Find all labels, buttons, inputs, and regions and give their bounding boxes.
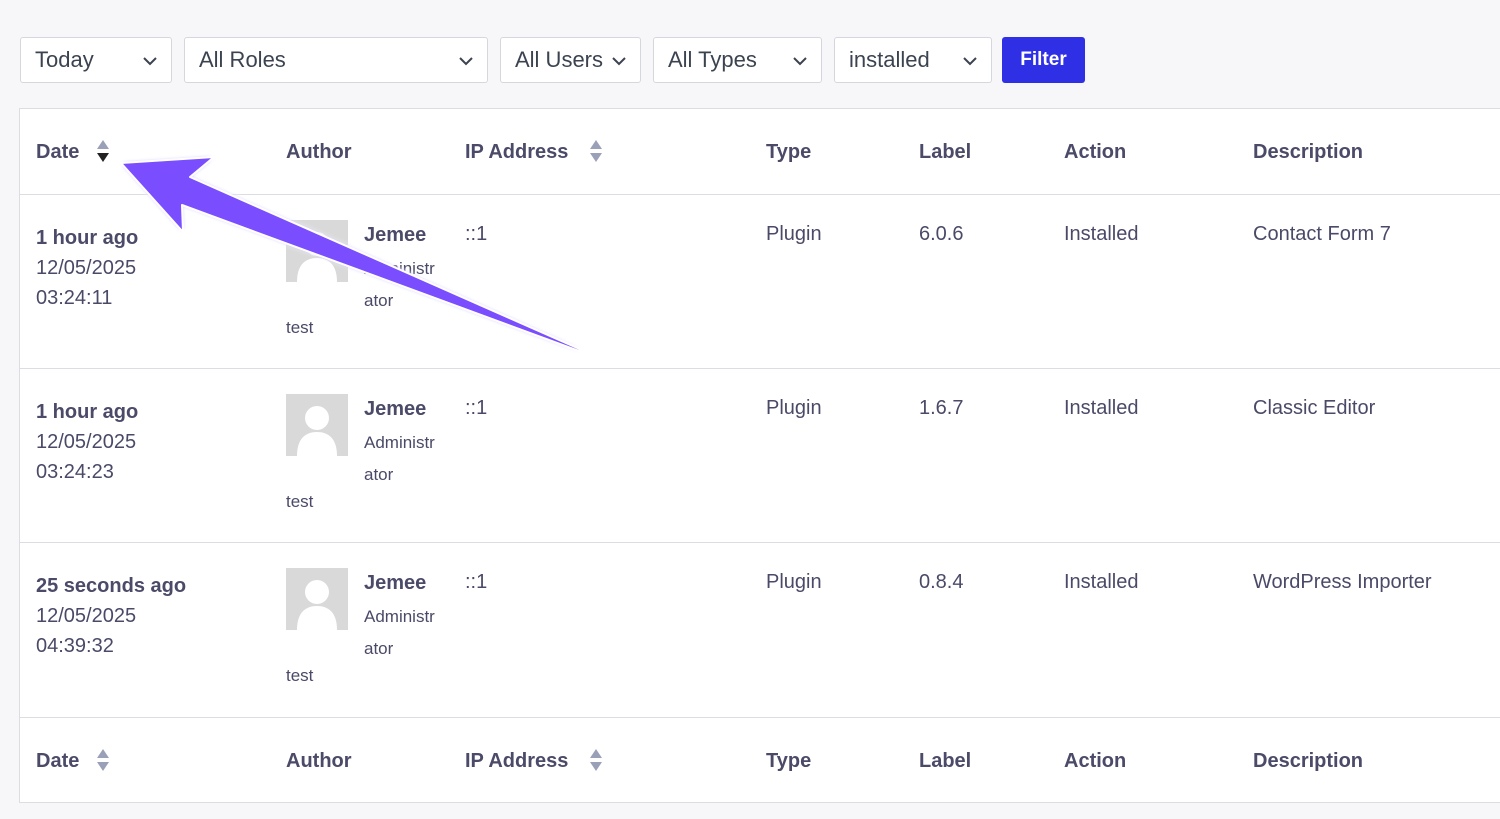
relative-time: 1 hour ago [36,401,139,423]
avatar [286,394,348,456]
table-row: 25 seconds ago 12/05/2025 04:39:32 Jemee… [20,543,1500,717]
chevron-down-icon [791,52,809,70]
roles-select[interactable]: All Roles [184,37,488,83]
avatar [286,568,348,630]
author-login: test [286,318,314,337]
author-role: Administrator [364,607,435,658]
users-select[interactable]: All Users [500,37,641,83]
relative-time: 1 hour ago [36,227,139,249]
type-cell: Plugin [766,571,822,593]
users-value: All Users [515,47,604,72]
column-header-description: Description [1253,140,1364,163]
relative-time: 25 seconds ago [36,575,187,597]
time-text: 03:24:11 [36,287,113,309]
column-header-action: Action [1064,749,1127,772]
action-cell: Installed [1064,223,1139,245]
column-header-label: Date [36,749,80,772]
chevron-down-icon [457,52,475,70]
label-cell: 6.0.6 [919,223,964,245]
label-cell: 1.6.7 [919,397,964,419]
sort-icon[interactable] [95,747,111,775]
column-header-label: IP Address [465,749,569,772]
column-header-type: Type [766,749,812,772]
table-footer-row: Date Author IP Address Type Label Action… [20,717,1500,803]
column-header-author: Author [286,749,352,772]
roles-value: All Roles [199,47,286,72]
column-header-action: Action [1064,140,1127,163]
table-row: 1 hour ago 12/05/2025 03:24:23 Jemee Adm… [20,369,1500,543]
chevron-down-icon [141,52,159,70]
column-header-label: Date [36,140,80,163]
column-header-ip[interactable]: IP Address [465,109,604,195]
author-login: test [286,492,314,511]
chevron-down-icon [610,52,628,70]
column-header-author: Author [286,140,352,163]
column-header-ip[interactable]: IP Address [465,718,604,804]
time-text: 04:39:32 [36,635,114,657]
action-cell: Installed [1064,397,1139,419]
sort-icon[interactable] [95,138,111,166]
action-select[interactable]: installed [834,37,992,83]
date-text: 12/05/2025 [36,431,137,453]
author-name[interactable]: Jemee [364,397,426,421]
ip-cell: ::1 [465,397,488,419]
description-cell: Contact Form 7 [1253,223,1391,245]
author-role: Administrator [364,259,435,310]
activity-log-table: Date Author IP Address Type Label Action… [19,108,1500,803]
description-cell: Classic Editor [1253,397,1376,419]
types-select[interactable]: All Types [653,37,822,83]
type-cell: Plugin [766,397,822,419]
column-header-type: Type [766,140,812,163]
types-value: All Types [668,47,757,72]
date-cell: 1 hour ago 12/05/2025 03:24:23 [36,397,138,487]
type-cell: Plugin [766,223,822,245]
sort-icon[interactable] [588,138,604,166]
avatar [286,220,348,282]
table-header-row: Date Author IP Address Type Label Action… [20,109,1500,195]
column-header-date[interactable]: Date [36,109,111,195]
ip-cell: ::1 [465,571,488,593]
date-cell: 1 hour ago 12/05/2025 03:24:11 [36,223,138,313]
filter-button[interactable]: Filter [1002,37,1085,83]
author-name[interactable]: Jemee [364,571,426,595]
date-text: 12/05/2025 [36,605,137,627]
action-value: installed [849,47,930,72]
column-header-label: Label [919,140,972,163]
date-range-value: Today [35,47,94,72]
chevron-down-icon [961,52,979,70]
sort-icon[interactable] [588,747,604,775]
time-text: 03:24:23 [36,461,114,483]
column-header-description: Description [1253,749,1364,772]
author-login: test [286,666,314,685]
author-role: Administrator [364,433,435,484]
column-header-label: IP Address [465,140,569,163]
column-header-date[interactable]: Date [36,718,111,804]
date-text: 12/05/2025 [36,257,137,279]
description-cell: WordPress Importer [1253,571,1432,593]
ip-cell: ::1 [465,223,488,245]
date-range-select[interactable]: Today [20,37,172,83]
date-cell: 25 seconds ago 12/05/2025 04:39:32 [36,571,186,661]
column-header-label: Label [919,749,972,772]
label-cell: 0.8.4 [919,571,964,593]
table-row: 1 hour ago 12/05/2025 03:24:11 Jemee Adm… [20,195,1500,369]
action-cell: Installed [1064,571,1139,593]
author-name[interactable]: Jemee [364,223,426,247]
